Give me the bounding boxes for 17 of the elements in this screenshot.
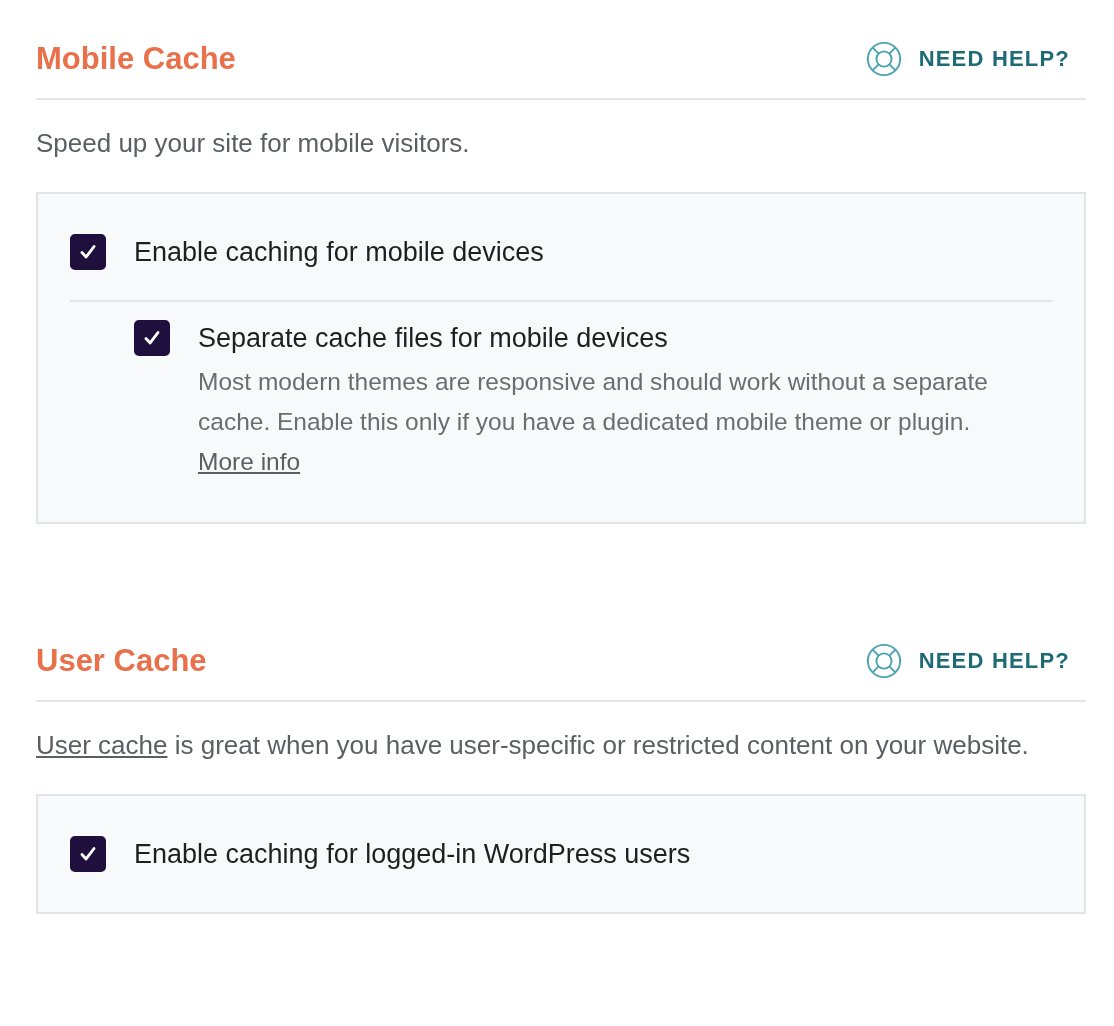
more-info-link[interactable]: More info <box>198 448 301 475</box>
lifebuoy-icon <box>864 642 903 680</box>
section-title: User Cache <box>36 643 207 679</box>
user-cache-link[interactable]: User cache <box>36 730 168 760</box>
need-help-link[interactable]: NEED HELP? <box>864 40 1070 78</box>
lifebuoy-icon <box>864 40 903 78</box>
option-label: Enable caching for mobile devices <box>134 236 544 269</box>
option-description: Most modern themes are responsive and should work without a separate cache. Enable this only if you have a dedicated mobile theme or plugin. More info <box>198 367 989 477</box>
checkbox[interactable] <box>134 320 170 356</box>
section-title: Mobile Cache <box>36 41 236 77</box>
option-label: Separate cache files for mobile devices <box>198 322 669 355</box>
need-help-link[interactable]: NEED HELP? <box>864 642 1070 680</box>
checkbox[interactable] <box>70 234 106 270</box>
option-label: Enable caching for logged-in WordPress users <box>134 838 691 871</box>
checkbox[interactable] <box>70 836 106 872</box>
section-description: Speed up your site for mobile visitors. <box>36 127 471 160</box>
section-description: User cache is great when you have user-specific or restricted content on your website. <box>36 729 1030 762</box>
